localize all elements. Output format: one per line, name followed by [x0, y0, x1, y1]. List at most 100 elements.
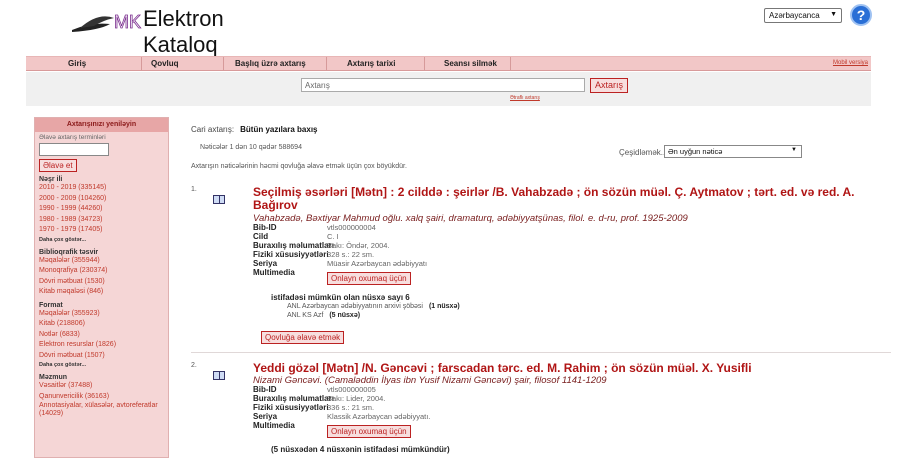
copy-location: ANL KS Azf (5 nüsxə)	[287, 312, 360, 319]
field-value: Bakı: Öndər, 2004.	[327, 241, 390, 250]
facet-title: Nəşr ili	[39, 176, 63, 183]
logo[interactable]: MK Elektron Kataloq	[70, 4, 260, 57]
facet-item[interactable]: 2000 - 2009 (104260)	[39, 194, 164, 205]
facet-item[interactable]: Dövri mətbuat (1530)	[39, 277, 164, 288]
facet-format: Format Məqalələr (355923) Kitab (218806)…	[39, 302, 164, 371]
field-value: vtls000000005	[327, 385, 376, 394]
sort-select[interactable]: Ən uyğun nəticə ▼	[664, 145, 802, 158]
current-search-value: Bütün yazılara baxış	[240, 125, 318, 134]
facet-item[interactable]: Dövri mətbuat (1507)	[39, 351, 164, 362]
facet-title: Məzmun	[39, 374, 67, 381]
availability-summary: istifadəsi mümkün olan nüsxə sayı 6	[271, 293, 410, 302]
logo-mark-text: MK	[114, 12, 141, 32]
copy-location-name: ANL Azərbaycan ədəbiyyatının arxivi şöbə…	[287, 303, 423, 310]
result-title-link[interactable]: Seçilmiş əsərləri [Mətn] : 2 cilddə : şe…	[253, 186, 889, 212]
language-select[interactable]: Azərbaycanca ▼	[764, 8, 842, 23]
facet-content: Məzmun Vəsaitlər (37488) Qanunvericilik …	[39, 374, 164, 420]
add-terms-button[interactable]: Əlavə et	[39, 159, 77, 172]
advanced-search-link[interactable]: Ətraflı axtarış	[510, 95, 540, 101]
mobile-version-link[interactable]: Mobil versiya	[833, 60, 868, 66]
show-more-link[interactable]: Daha çox göstər...	[39, 361, 164, 370]
help-icon[interactable]: ?	[850, 4, 872, 26]
facet-item[interactable]: Monoqrafiya (230374)	[39, 266, 164, 277]
result-author[interactable]: Vahabzadə, Bəxtiyar Mahmud oğlu. xalq şa…	[253, 213, 688, 224]
site-title: Elektron Kataloq	[143, 6, 224, 57]
sort-label: Çeşidləmək...	[619, 148, 668, 157]
facet-item[interactable]: Annotasiyalar, xülasələr, avtoreferatlar	[39, 402, 164, 409]
search-button[interactable]: Axtarış	[590, 78, 629, 93]
read-online-button[interactable]: Onlayn oxumaq üçün	[327, 272, 411, 285]
book-icon	[213, 195, 225, 204]
field-value: 328 s.: 22 sm.	[327, 250, 375, 259]
folder-size-notice: Axtarışın nəticələrinin həcmi qovluğa əl…	[191, 163, 407, 170]
facet-item[interactable]: 1970 - 1979 (17405)	[39, 225, 164, 236]
show-more-link[interactable]: Daha çox göstər...	[39, 236, 164, 245]
nav-title-search[interactable]: Başlıq üzrə axtarış	[235, 59, 306, 68]
nav-folder[interactable]: Qovluq	[151, 59, 179, 68]
nav-divider	[326, 57, 327, 71]
book-icon	[213, 371, 225, 380]
field-value: Klassik Azərbaycan ədəbiyyatı.	[327, 412, 431, 421]
logo-bird-icon: MK	[72, 12, 141, 32]
facet-item[interactable]: 2010 - 2019 (335145)	[39, 183, 164, 194]
field-label: Fiziki xüsusiyyətləri	[253, 403, 329, 412]
result-title-link[interactable]: Yeddi gözəl [Mətn] /N. Gəncəvi ; farscad…	[253, 362, 889, 375]
nav-search-history[interactable]: Axtarış tarixi	[347, 59, 395, 68]
facet-item[interactable]: Kitab (218806)	[39, 319, 164, 330]
field-value: Bakı: Lider, 2004.	[327, 394, 386, 403]
facet-item[interactable]: Notlər (6833)	[39, 330, 164, 341]
facet-bibliographic: Biblioqrafik təsvir Məqalələr (355944) M…	[39, 249, 164, 298]
language-value: Azərbaycanca	[769, 11, 820, 20]
header: MK Elektron Kataloq Azərbaycanca ▼ ?	[0, 0, 897, 57]
facet-title: Biblioqrafik təsvir	[39, 248, 99, 256]
chevron-down-icon: ▼	[791, 147, 797, 153]
copy-count: (5 nüsxə)	[329, 312, 361, 319]
field-label: Multimedia	[253, 421, 295, 430]
search-input[interactable]: Axtarış	[301, 78, 585, 92]
facet-item[interactable]: 1980 - 1989 (34723)	[39, 215, 164, 226]
field-label: Fiziki xüsusiyyətləri	[253, 250, 329, 259]
facet-item[interactable]: Kitab məqaləsi (846)	[39, 287, 164, 298]
search-bar: Axtarış Axtarış Ətraflı axtarış	[26, 72, 871, 106]
nav-divider	[141, 57, 142, 71]
add-terms-input[interactable]	[39, 143, 109, 156]
current-search: Cari axtarış: Bütün yazılara baxış	[191, 125, 317, 134]
field-label: Seriya	[253, 259, 278, 268]
facet-item[interactable]: Məqalələr (355944)	[39, 256, 164, 267]
facet-item[interactable]: Vəsaitlər (37488)	[39, 381, 164, 392]
current-search-label: Cari axtarış:	[191, 125, 235, 134]
nav-clear-session[interactable]: Seansı silmək	[444, 59, 497, 68]
read-online-button[interactable]: Onlayn oxumaq üçün	[327, 425, 411, 438]
chevron-down-icon: ▼	[830, 11, 837, 18]
field-label: Buraxılış məlumatları	[253, 394, 334, 403]
field-label: Multimedia	[253, 268, 295, 277]
field-label: Cild	[253, 232, 269, 241]
add-terms-label: Əlavə axtarış terminləri	[39, 134, 106, 141]
nav-divider	[223, 57, 224, 71]
results-count: Nəticələr 1 dən 10 qədər 588694	[200, 144, 302, 151]
result-number: 1.	[191, 186, 197, 193]
field-value: vtls000000004	[327, 223, 376, 232]
add-to-folder-button[interactable]: Qovluğa əlavə etmək	[261, 331, 345, 344]
copy-count: (1 nüsxə)	[428, 303, 460, 310]
refine-sidebar: Axtarışınızı yeniləyin Əlavə axtarış ter…	[34, 117, 169, 458]
result-author[interactable]: Nizami Gəncəvi. (Camaləddin İlyas ibn Yu…	[253, 375, 607, 386]
facet-title: Format	[39, 301, 63, 309]
field-label: Buraxılış məlumatları	[253, 241, 334, 250]
availability-summary: (5 nüsxədən 4 nüsxənin istifadəsi mümkün…	[271, 445, 450, 454]
facet-item[interactable]: Məqalələr (355923)	[39, 309, 164, 320]
facet-item[interactable]: Elektron resurslar (1826)	[39, 340, 164, 351]
result-number: 2.	[191, 362, 197, 369]
sort-value: Ən uyğun nəticə	[668, 147, 723, 156]
copy-location-name: ANL KS Azf	[287, 312, 324, 319]
nav-login[interactable]: Giriş	[68, 59, 86, 68]
result-divider	[191, 352, 891, 353]
facet-item[interactable]: (14029)	[39, 409, 164, 420]
field-value: 336 s.: 21 sm.	[327, 403, 375, 412]
field-label: Bib-ID	[253, 223, 277, 232]
copy-location: ANL Azərbaycan ədəbiyyatının arxivi şöbə…	[287, 303, 460, 310]
facet-item[interactable]: 1990 - 1999 (44260)	[39, 204, 164, 215]
nav-divider	[510, 57, 511, 71]
field-label: Bib-ID	[253, 385, 277, 394]
facet-item[interactable]: Qanunvericilik (36163)	[39, 392, 164, 403]
